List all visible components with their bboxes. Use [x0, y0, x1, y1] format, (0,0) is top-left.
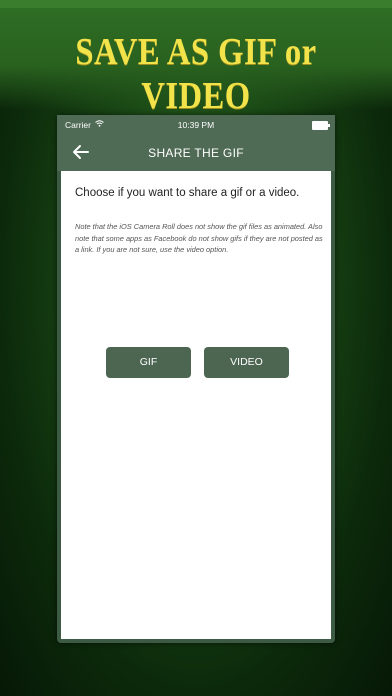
- gif-button[interactable]: GIF: [106, 347, 191, 378]
- share-content-panel: Choose if you want to share a gif or a v…: [61, 171, 331, 639]
- video-button[interactable]: VIDEO: [204, 347, 289, 378]
- promo-top-strip: [0, 0, 392, 8]
- promo-banner-title: SAVE AS GIF or VIDEO: [75, 31, 317, 117]
- status-time: 10:39 PM: [177, 120, 215, 130]
- navigation-bar: SHARE THE GIF: [57, 135, 335, 171]
- nav-title: SHARE THE GIF: [148, 146, 244, 160]
- battery-icon: [312, 121, 330, 130]
- share-heading: Choose if you want to share a gif or a v…: [75, 187, 300, 199]
- phone-frame: Carrier 10:39 PM SHARE THE GIF Choose if…: [57, 115, 335, 643]
- status-bar: Carrier 10:39 PM: [57, 115, 335, 135]
- share-note: Note that the iOS Camera Roll does not s…: [75, 222, 323, 254]
